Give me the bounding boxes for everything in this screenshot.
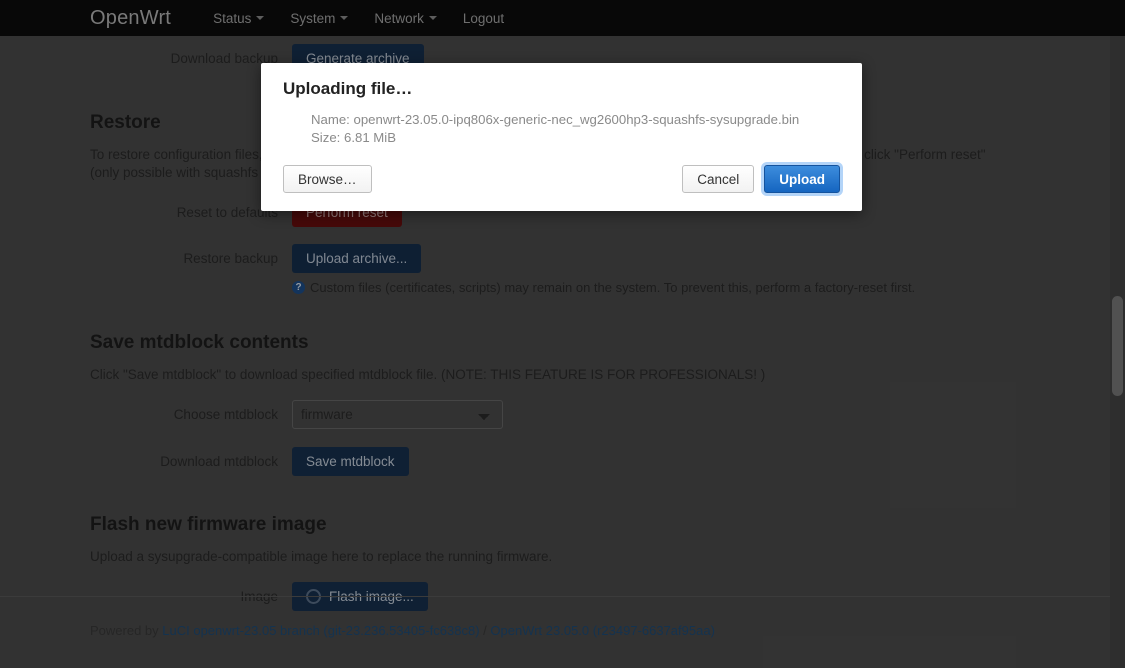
nav-label-system: System xyxy=(290,10,336,26)
question-circle-icon: ? xyxy=(292,281,305,294)
footer-separator: / xyxy=(479,623,491,638)
upload-button[interactable]: Upload xyxy=(764,165,840,193)
restore-hint-text: Custom files (certificates, scripts) may… xyxy=(310,280,916,295)
choose-mtdblock-control: firmware xyxy=(292,400,1035,429)
modal-actions: Browse… Cancel Upload xyxy=(283,165,840,193)
nav-label-logout: Logout xyxy=(462,10,505,26)
vertical-scrollbar[interactable] xyxy=(1110,36,1125,668)
nav-item-logout[interactable]: Logout xyxy=(463,11,504,26)
nav-item-network[interactable]: Network xyxy=(374,11,437,26)
chevron-down-icon xyxy=(256,16,265,20)
chevron-down-icon xyxy=(428,16,437,20)
scrollbar-thumb[interactable] xyxy=(1112,296,1123,396)
top-navbar: OpenWrt Status System Network Logout xyxy=(0,0,1125,36)
app-root: OpenWrt Status System Network Logout Dow… xyxy=(0,0,1125,668)
browse-button[interactable]: Browse… xyxy=(283,165,372,193)
restore-hint: ? Custom files (certificates, scripts) m… xyxy=(292,280,1035,296)
mtdblock-description: Click "Save mtdblock" to download specif… xyxy=(90,367,766,382)
upload-archive-button[interactable]: Upload archive... xyxy=(292,244,422,273)
footer-openwrt-link[interactable]: OpenWrt 23.05.0 (r23497-6637af95aa) xyxy=(490,623,715,638)
nav-item-system[interactable]: System xyxy=(290,10,349,26)
restore-backup-control: Upload archive... ? Custom files (certif… xyxy=(292,244,1035,296)
footer-luci-link[interactable]: LuCI openwrt-23.05 branch (git-23.236.53… xyxy=(162,623,479,638)
restore-backup-label: Restore backup xyxy=(183,251,278,266)
modal-file-size: Size: 6.81 MiB xyxy=(311,130,397,145)
modal-primary-actions: Cancel Upload xyxy=(682,165,840,193)
flash-description: Upload a sysupgrade-compatible image her… xyxy=(90,549,553,564)
save-mtdblock-button[interactable]: Save mtdblock xyxy=(292,447,409,476)
page-footer: Powered by LuCI openwrt-23.05 branch (gi… xyxy=(0,596,1125,668)
chevron-down-icon xyxy=(340,16,349,20)
download-mtdblock-label: Download mtdblock xyxy=(160,454,278,469)
main-nav: Status System Network Logout xyxy=(213,11,504,26)
download-mtdblock-control: Save mtdblock xyxy=(292,447,1035,476)
brand-logo[interactable]: OpenWrt xyxy=(90,7,171,30)
nav-item-status[interactable]: Status xyxy=(213,10,265,26)
modal-file-name: Name: openwrt-23.05.0-ipq806x-generic-ne… xyxy=(311,112,800,127)
restore-backup-row: Restore backup Upload archive... ? Custo… xyxy=(90,244,1035,296)
modal-title: Uploading file… xyxy=(283,79,413,98)
footer-powered-by: Powered by xyxy=(90,623,163,638)
choose-mtdblock-label: Choose mtdblock xyxy=(173,407,278,422)
nav-label-network: Network xyxy=(374,10,424,26)
download-mtdblock-row: Download mtdblock Save mtdblock xyxy=(90,447,1035,477)
uploading-file-modal: Uploading file… Name: openwrt-23.05.0-ip… xyxy=(261,63,862,211)
mtdblock-heading: Save mtdblock contents xyxy=(90,332,309,353)
modal-file-info: Name: openwrt-23.05.0-ipq806x-generic-ne… xyxy=(283,111,840,147)
cancel-button[interactable]: Cancel xyxy=(682,165,755,193)
nav-label-status: Status xyxy=(213,10,252,26)
flash-heading: Flash new firmware image xyxy=(90,514,327,535)
mtdblock-select[interactable]: firmware xyxy=(292,400,503,429)
choose-mtdblock-row: Choose mtdblock firmware xyxy=(90,400,1035,430)
